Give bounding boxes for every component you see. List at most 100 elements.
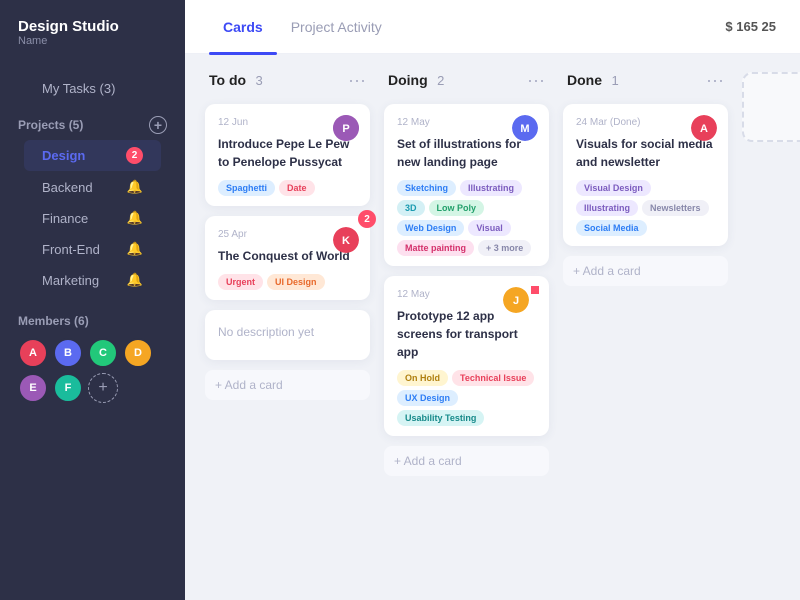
my-tasks-section: My Tasks (3) — [0, 65, 185, 108]
projects-header: Projects (5) + — [18, 116, 167, 134]
tag: Illustrating — [460, 180, 522, 196]
avatar: D — [123, 338, 153, 368]
add-column-button[interactable]: + — [742, 72, 800, 142]
card-badge: 2 — [358, 210, 376, 228]
avatar: K — [333, 227, 359, 253]
projects-section: Projects (5) + Design 2 Backend 🔔 Financ… — [0, 108, 185, 300]
column-todo-title: To do — [209, 72, 246, 88]
tag: Spaghetti — [218, 180, 275, 196]
sidebar: Design Studio Name My Tasks (3) Projects… — [0, 0, 185, 600]
add-card-done[interactable]: + Add a card — [563, 256, 728, 286]
column-doing-title: Doing — [388, 72, 428, 88]
column-done: Done 1 ⋯ 24 Mar (Done) A Visuals for soc… — [563, 72, 728, 286]
column-done-count: 1 — [611, 73, 618, 88]
members-avatars: A B C D E F + — [18, 338, 167, 403]
card-title: Set of illustrations for new landing pag… — [397, 135, 536, 171]
tag: Matte painting — [397, 240, 474, 256]
card-no-desc[interactable]: No description yet — [205, 310, 370, 360]
add-card-doing[interactable]: + Add a card — [384, 446, 549, 476]
column-todo-header: To do 3 ⋯ — [205, 72, 370, 94]
card-illustrations[interactable]: 12 May M Set of illustrations for new la… — [384, 104, 549, 266]
tab-cards[interactable]: Cards — [209, 13, 277, 41]
marketing-label: Marketing — [42, 273, 99, 288]
add-project-button[interactable]: + — [149, 116, 167, 134]
frontend-label: Front-End — [42, 242, 100, 257]
svg-text:J: J — [513, 295, 519, 307]
column-menu-icon[interactable]: ⋯ — [348, 72, 366, 90]
tag: Visual Design — [576, 180, 651, 196]
finance-label: Finance — [42, 211, 88, 226]
sidebar-item-frontend[interactable]: Front-End 🔔 — [24, 234, 161, 264]
members-section: Members (6) A B C D E F + — [0, 300, 185, 403]
avatar: A — [691, 115, 717, 146]
column-doing: Doing 2 ⋯ 12 May M Set of illustrations … — [384, 72, 549, 476]
card-tags: Sketching Illustrating 3D Low Poly Web D… — [397, 180, 536, 256]
avatar: J — [503, 287, 529, 313]
column-todo-count: 3 — [256, 73, 263, 88]
column-doing-header: Doing 2 ⋯ — [384, 72, 549, 94]
card-title: Introduce Pepe Le Pew to Penelope Pussyc… — [218, 135, 357, 171]
card-title: The Conquest of World — [218, 247, 357, 265]
card-tags: Visual Design Illustrating Newsletters S… — [576, 180, 715, 236]
tag: Low Poly — [429, 200, 485, 216]
sidebar-item-finance[interactable]: Finance 🔔 — [24, 203, 161, 233]
sidebar-item-my-tasks[interactable]: My Tasks (3) — [24, 74, 161, 103]
design-badge: 2 — [126, 147, 143, 164]
projects-label: Projects (5) — [18, 118, 83, 132]
brand-sub: Name — [18, 35, 167, 47]
design-label: Design — [42, 148, 85, 163]
card-tags: On Hold Technical Issue UX Design Usabil… — [397, 370, 536, 426]
avatar: C — [88, 338, 118, 368]
my-tasks-label: My Tasks (3) — [42, 81, 115, 96]
column-done-title: Done — [567, 72, 602, 88]
svg-text:A: A — [700, 123, 708, 135]
main-content: Cards Project Activity $ 165 25 To do 3 … — [185, 0, 800, 600]
tag: Illustrating — [576, 200, 638, 216]
avatar: F — [53, 373, 83, 403]
sidebar-item-design[interactable]: Design 2 — [24, 140, 161, 171]
avatar: P — [333, 115, 359, 141]
column-doing-count: 2 — [437, 73, 444, 88]
members-header: Members (6) — [18, 314, 167, 328]
tag: Sketching — [397, 180, 456, 196]
tab-project-activity[interactable]: Project Activity — [277, 13, 396, 41]
card-tags: Spaghetti Date — [218, 180, 357, 196]
card-title: No description yet — [218, 323, 357, 341]
avatar: E — [18, 373, 48, 403]
avatar: B — [53, 338, 83, 368]
tag: Date — [279, 180, 315, 196]
budget-display: $ 165 25 — [725, 19, 776, 34]
sidebar-item-marketing[interactable]: Marketing 🔔 — [24, 265, 161, 295]
card-conquest[interactable]: 2 25 Apr K The Conquest of World Urgent … — [205, 216, 370, 300]
tag: On Hold — [397, 370, 448, 386]
card-prototype[interactable]: 12 May J Prototype 12 app screens for tr… — [384, 276, 549, 436]
tag: Newsletters — [642, 200, 709, 216]
bell-icon: 🔔 — [127, 241, 143, 257]
card-dot-badge — [531, 286, 539, 294]
svg-text:P: P — [342, 123, 349, 135]
tag: Web Design — [397, 220, 464, 236]
tag: 3D — [397, 200, 425, 216]
tag: UX Design — [397, 390, 458, 406]
tag: Usability Testing — [397, 410, 484, 426]
add-card-todo[interactable]: + Add a card — [205, 370, 370, 400]
tag: Visual — [468, 220, 510, 236]
bell-icon: 🔔 — [127, 210, 143, 226]
column-menu-icon[interactable]: ⋯ — [527, 72, 545, 90]
svg-text:K: K — [342, 235, 350, 247]
brand-name: Design Studio — [18, 18, 167, 35]
tag: UI Design — [267, 274, 325, 290]
topbar-tabs: Cards Project Activity — [209, 13, 396, 41]
add-member-button[interactable]: + — [88, 373, 118, 403]
card-pepe[interactable]: 12 Jun P Introduce Pepe Le Pew to Penelo… — [205, 104, 370, 206]
card-title: Prototype 12 app screens for transport a… — [397, 307, 536, 361]
sidebar-brand: Design Studio Name — [0, 18, 185, 65]
topbar: Cards Project Activity $ 165 25 — [185, 0, 800, 54]
tag: Urgent — [218, 274, 263, 290]
avatar: M — [512, 115, 538, 141]
backend-label: Backend — [42, 180, 93, 195]
column-menu-icon[interactable]: ⋯ — [706, 72, 724, 90]
kanban-board: To do 3 ⋯ 12 Jun P Introduce Pepe Le Pew… — [185, 54, 800, 600]
card-visuals[interactable]: 24 Mar (Done) A Visuals for social media… — [563, 104, 728, 246]
sidebar-item-backend[interactable]: Backend 🔔 — [24, 172, 161, 202]
